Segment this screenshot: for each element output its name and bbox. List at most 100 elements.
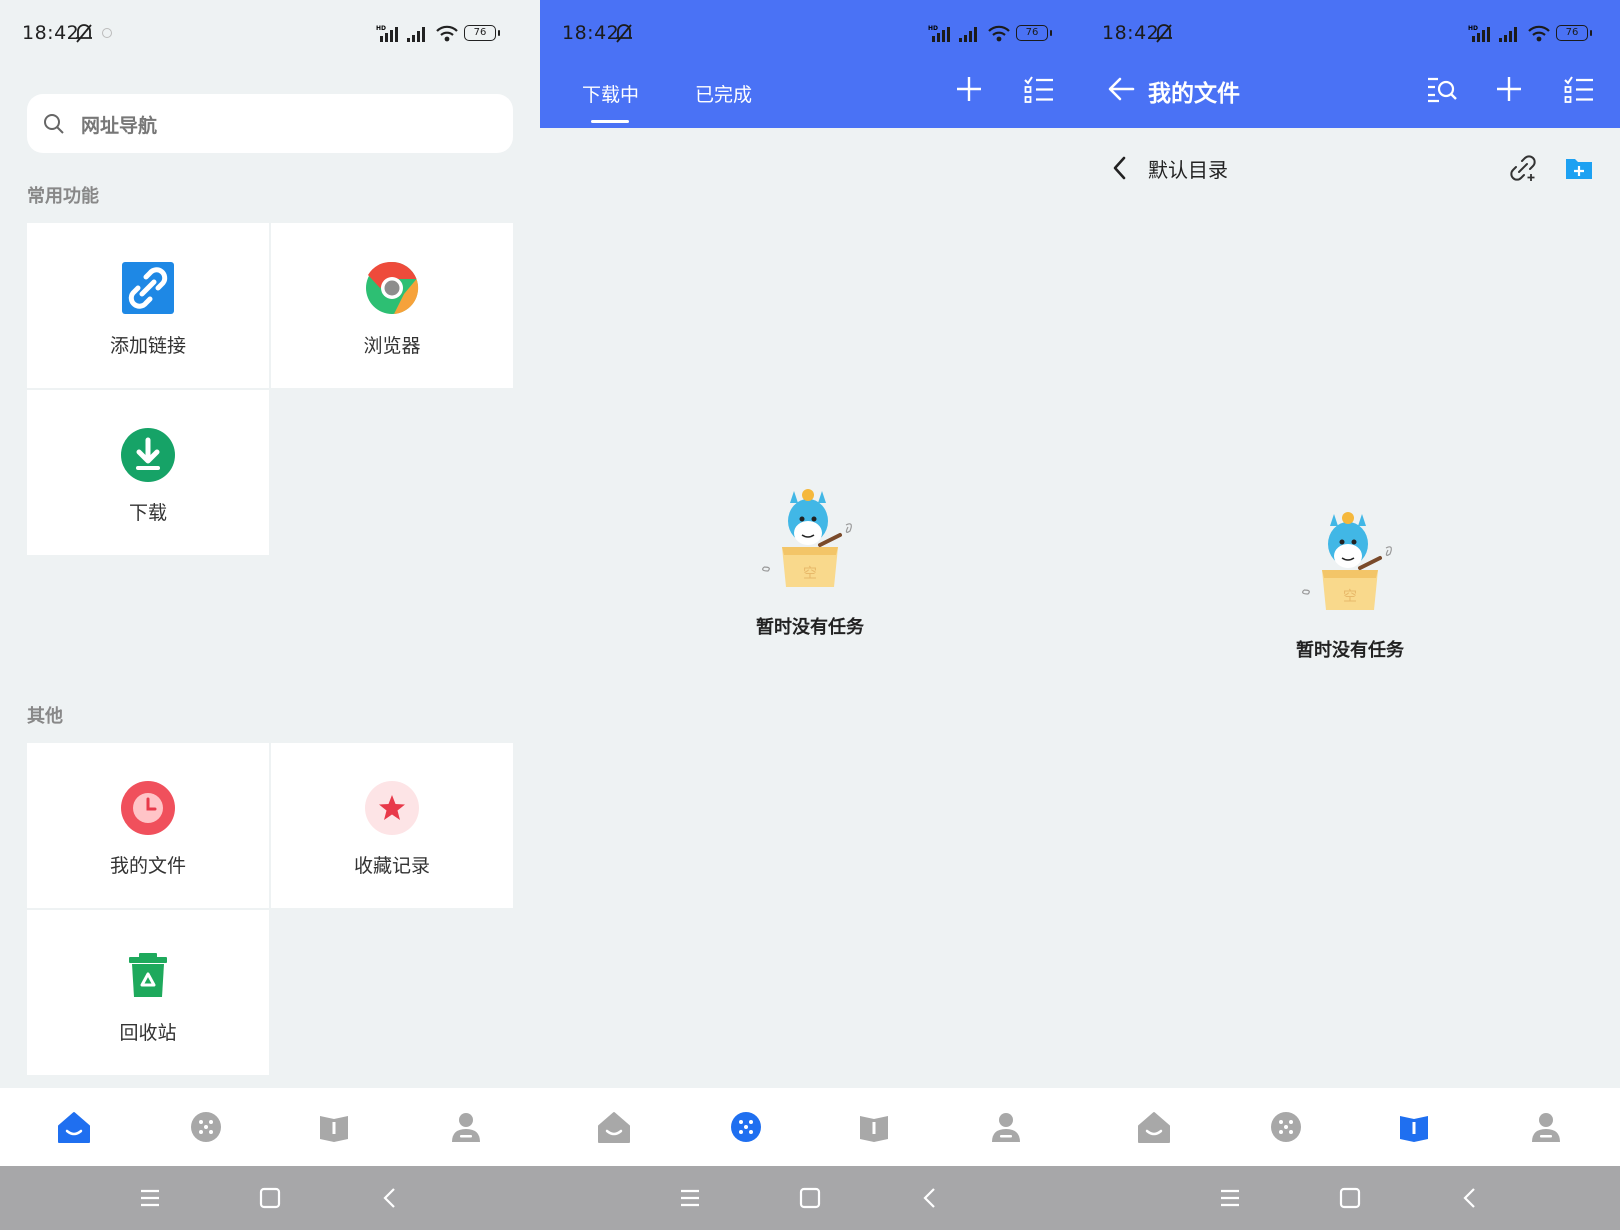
add-link-tile[interactable]: 添加链接 [27, 223, 269, 388]
browser-tile[interactable]: 浏览器 [271, 223, 513, 388]
search-list-icon[interactable] [1425, 72, 1459, 106]
empty-state: 空 暂时没有任务 [540, 485, 1080, 639]
hd-signal-icon: HD [928, 25, 950, 42]
browser-icon [366, 261, 419, 314]
svg-text:HD: HD [928, 25, 938, 32]
page-title: 我的文件 [1148, 81, 1240, 107]
task-list-icon[interactable] [1022, 72, 1056, 106]
task-list-icon[interactable] [1562, 72, 1596, 106]
section-common-title: 常用功能 [27, 186, 99, 207]
empty-mascot-illustration: 空 [762, 489, 852, 587]
system-navigation [540, 1166, 1080, 1230]
add-icon[interactable] [1492, 72, 1526, 106]
battery-icon: 76 [1016, 25, 1052, 41]
favorites-tile[interactable]: 收藏记录 [271, 743, 513, 908]
profile-icon[interactable] [447, 1108, 485, 1146]
signal-icon [1499, 27, 1517, 42]
recycle-bin-icon [129, 953, 167, 997]
discover-icon[interactable] [1267, 1108, 1305, 1146]
home-square-icon[interactable] [256, 1184, 284, 1212]
section-other-title: 其他 [27, 706, 63, 727]
bottom-navigation [0, 1088, 540, 1166]
menu-icon[interactable] [676, 1184, 704, 1212]
link-add-icon[interactable] [1509, 154, 1537, 182]
discover-icon[interactable] [727, 1108, 765, 1146]
menu-icon[interactable] [136, 1184, 164, 1212]
hd-signal-icon: HD [1468, 25, 1490, 42]
my-files-panel: 18:42 HD 76 我的文件 默认目录 空 暂时没有任务 [1080, 0, 1620, 1230]
recycle-bin-tile[interactable]: 回收站 [27, 910, 269, 1075]
system-navigation [1080, 1166, 1620, 1230]
back-icon[interactable] [1456, 1184, 1484, 1212]
link-icon [122, 262, 174, 314]
breadcrumb: 默认目录 [1080, 140, 1620, 196]
search-icon [44, 114, 64, 134]
empty-message: 暂时没有任务 [1296, 640, 1404, 661]
home-icon[interactable] [55, 1108, 93, 1146]
add-icon[interactable] [952, 72, 986, 106]
wifi-icon [1528, 25, 1550, 42]
mute-bell-icon [76, 24, 92, 43]
empty-mascot-illustration: 空 [1302, 512, 1392, 610]
back-icon[interactable] [916, 1184, 944, 1212]
home-icon[interactable] [595, 1108, 633, 1146]
wifi-icon [988, 25, 1010, 42]
profile-icon[interactable] [1527, 1108, 1565, 1146]
browser-label: 浏览器 [363, 335, 421, 357]
home-square-icon[interactable] [796, 1184, 824, 1212]
active-tab-indicator [591, 120, 629, 123]
clock-icon [121, 781, 175, 835]
book-icon[interactable] [855, 1108, 893, 1146]
status-time: 18:42 [562, 22, 620, 44]
favorites-label: 收藏记录 [353, 855, 430, 877]
my-files-label: 我的文件 [109, 855, 186, 877]
bottom-navigation [540, 1088, 1080, 1166]
wifi-icon [436, 25, 458, 42]
empty-message: 暂时没有任务 [756, 617, 864, 638]
battery-icon: 76 [1556, 25, 1592, 41]
system-navigation [0, 1166, 540, 1230]
bottom-navigation [1080, 1088, 1620, 1166]
home-square-icon[interactable] [1336, 1184, 1364, 1212]
my-files-tile[interactable]: 我的文件 [27, 743, 269, 908]
home-panel: 18:42 HD 76 网址导航 常用功能 添加链接 浏览器 下载 其他 我的文… [0, 0, 540, 1230]
svg-text:HD: HD [376, 25, 386, 32]
battery-icon: 76 [464, 25, 500, 41]
svg-text:HD: HD [1468, 25, 1478, 32]
status-time: 18:42 [22, 22, 80, 44]
download-icon [121, 428, 175, 482]
back-icon[interactable] [376, 1184, 404, 1212]
mute-bell-icon [616, 24, 632, 43]
hd-signal-icon: HD [376, 25, 398, 42]
tab-completed[interactable]: 已完成 [695, 80, 752, 107]
book-icon[interactable] [315, 1108, 353, 1146]
search-input[interactable]: 网址导航 [27, 94, 513, 153]
recycle-bin-label: 回收站 [119, 1022, 177, 1044]
svg-text:空: 空 [803, 566, 817, 582]
signal-icon [407, 27, 425, 42]
menu-icon[interactable] [1216, 1184, 1244, 1212]
book-icon[interactable] [1395, 1108, 1433, 1146]
download-panel: 18:42 HD 76 下载中 已完成 空 暂时没有任务 [540, 0, 1080, 1230]
empty-state: 空 暂时没有任务 [1080, 508, 1620, 662]
chevron-left-icon[interactable] [1106, 154, 1134, 182]
signal-icon [959, 27, 977, 42]
new-folder-icon[interactable] [1564, 154, 1594, 182]
tab-downloading[interactable]: 下载中 [582, 80, 639, 107]
add-link-label: 添加链接 [109, 335, 186, 357]
status-time: 18:42 [1102, 22, 1160, 44]
download-label: 下载 [128, 502, 167, 524]
mute-bell-icon [1156, 24, 1172, 43]
status-bar: 18:42 HD 76 [540, 0, 1080, 68]
search-placeholder: 网址导航 [81, 115, 158, 137]
breadcrumb-label: 默认目录 [1148, 158, 1228, 182]
status-bar: 18:42 HD 76 [0, 0, 540, 68]
home-icon[interactable] [1135, 1108, 1173, 1146]
download-tile[interactable]: 下载 [27, 390, 269, 555]
profile-icon[interactable] [987, 1108, 1025, 1146]
notification-dot-icon [102, 28, 112, 38]
star-icon [365, 781, 419, 835]
svg-text:空: 空 [1343, 589, 1357, 605]
back-arrow-icon[interactable] [1104, 72, 1138, 106]
discover-icon[interactable] [187, 1108, 225, 1146]
